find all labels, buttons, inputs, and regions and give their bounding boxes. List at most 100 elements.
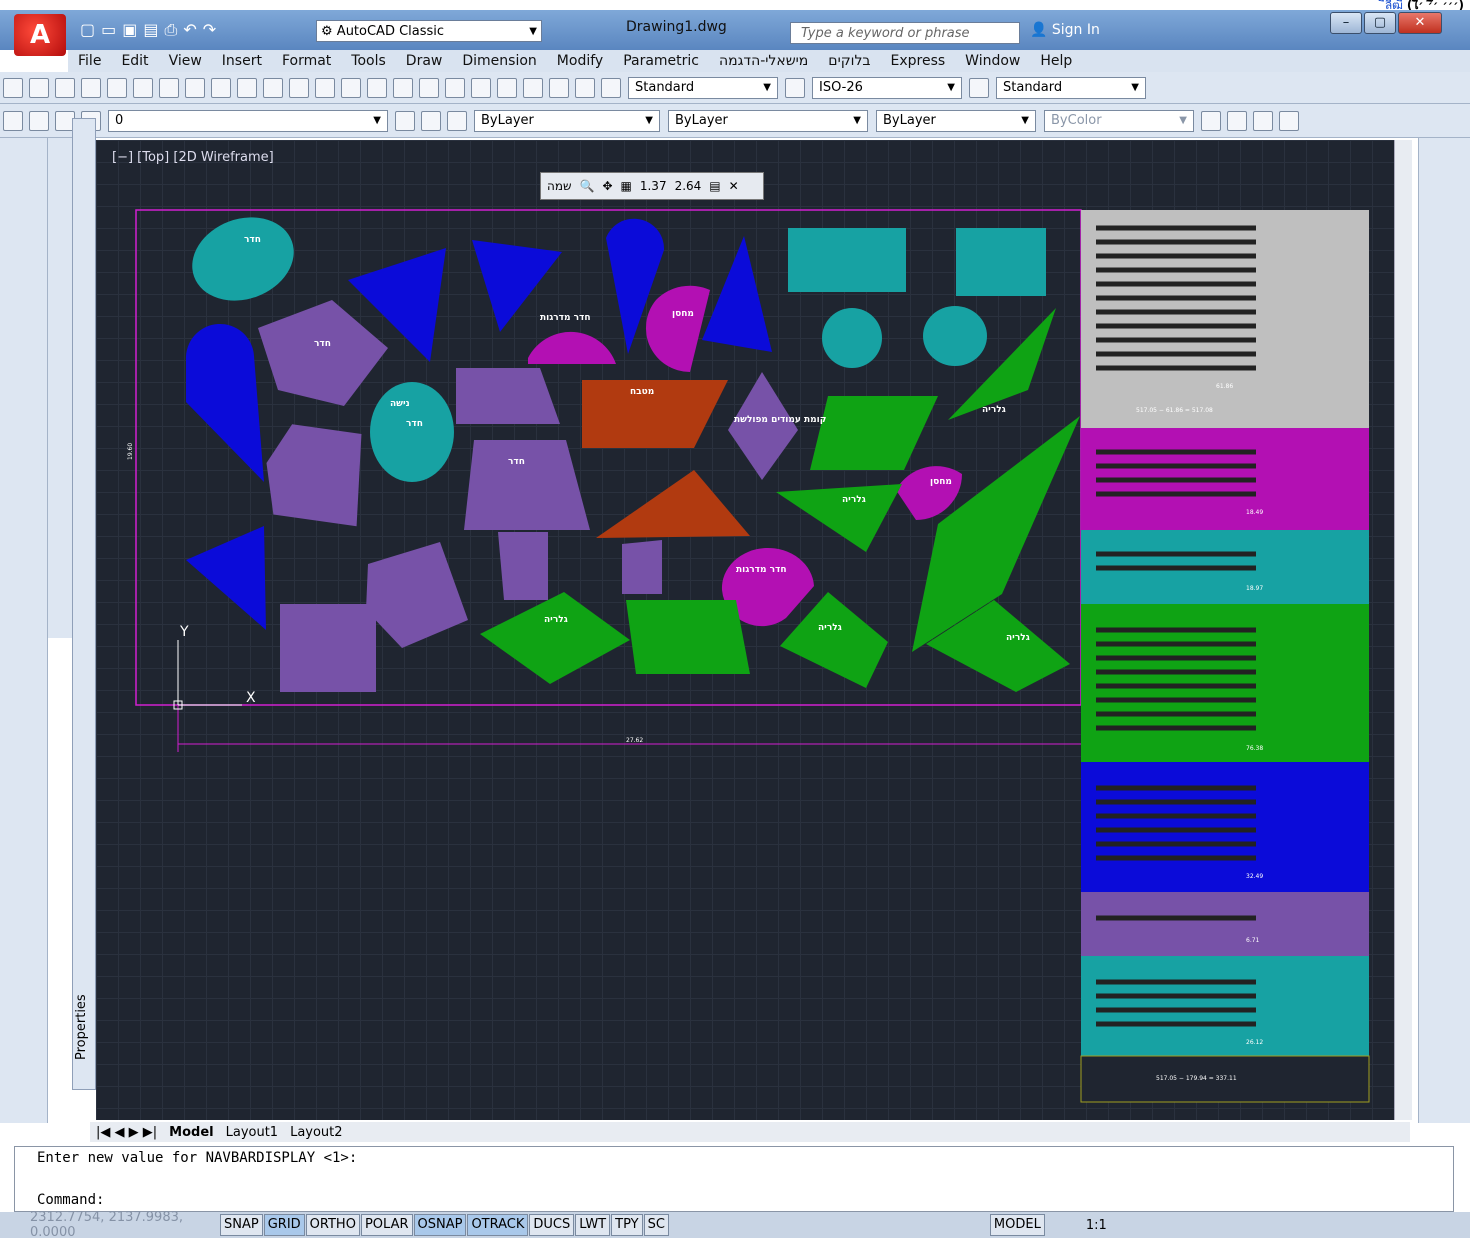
color-dropdown[interactable]: ByLayer ▼ xyxy=(474,109,660,132)
otrack-toggle[interactable]: OTRACK xyxy=(467,1214,529,1236)
open-icon[interactable]: ▭ xyxy=(101,20,116,42)
menu-help[interactable]: Help xyxy=(1040,53,1072,69)
ducs-toggle[interactable]: DUCS xyxy=(529,1214,575,1236)
express-tool-icon[interactable] xyxy=(1227,110,1247,131)
new-icon[interactable] xyxy=(3,77,23,98)
menu-insert[interactable]: Insert xyxy=(222,53,262,69)
saveas-icon[interactable]: ▤ xyxy=(143,20,158,42)
print-icon[interactable] xyxy=(81,77,101,98)
shape-room[interactable] xyxy=(464,440,590,530)
layer-previous-icon[interactable] xyxy=(421,110,441,131)
shape-kitchen[interactable] xyxy=(582,380,728,448)
model-space-button[interactable]: MODEL xyxy=(989,1214,1045,1236)
dim-style-icon[interactable] xyxy=(785,77,805,98)
application-menu-button[interactable]: A xyxy=(14,14,66,56)
tab-nav-icon[interactable]: |◀ ◀ ▶ ▶| xyxy=(96,1125,157,1140)
menu-tools[interactable]: Tools xyxy=(351,53,386,69)
undo-icon[interactable] xyxy=(263,77,283,98)
menu-edit[interactable]: Edit xyxy=(121,53,148,69)
shape-room[interactable] xyxy=(456,368,560,424)
close-button[interactable]: ✕ xyxy=(1398,12,1442,34)
shape-kitchen[interactable] xyxy=(596,470,750,538)
command-prompt[interactable]: Command: xyxy=(15,1189,1453,1211)
table-style-icon[interactable] xyxy=(969,77,989,98)
menu-parametric[interactable]: Parametric xyxy=(623,53,699,69)
shape-room[interactable] xyxy=(622,540,662,594)
publish-icon[interactable] xyxy=(133,77,153,98)
zoom-icon[interactable] xyxy=(341,77,361,98)
vertical-scrollbar[interactable] xyxy=(1394,140,1412,1120)
match-icon[interactable] xyxy=(237,77,257,98)
tab-layout2[interactable]: Layout2 xyxy=(290,1125,342,1140)
pan-icon[interactable]: ✥ xyxy=(602,179,612,193)
menu-draw[interactable]: Draw xyxy=(406,53,443,69)
tab-layout1[interactable]: Layout1 xyxy=(226,1125,278,1140)
shape-niche[interactable] xyxy=(186,526,266,630)
shape-room[interactable] xyxy=(260,421,370,527)
lwt-toggle[interactable]: LWT xyxy=(575,1214,611,1236)
command-window[interactable]: Enter new value for NAVBARDISPLAY <1>: C… xyxy=(14,1146,1454,1212)
print-icon[interactable]: ⎙ xyxy=(165,20,178,42)
sheet-set-icon[interactable] xyxy=(497,77,517,98)
shape-teal[interactable] xyxy=(788,228,906,292)
express-tool-icon[interactable] xyxy=(1253,110,1273,131)
zoom-icon[interactable]: 🔍 xyxy=(580,179,595,193)
tpy-toggle[interactable]: TPY xyxy=(611,1214,643,1236)
coordinates-readout[interactable]: 2312.7754, 2137.9983, 0.0000 xyxy=(0,1210,220,1240)
markup-icon[interactable] xyxy=(523,77,543,98)
shape-room[interactable] xyxy=(498,532,548,600)
lightbulb-icon[interactable] xyxy=(29,110,49,131)
tool-palette-icon[interactable] xyxy=(471,77,491,98)
express-tool-icon[interactable] xyxy=(1201,110,1221,131)
shape-niche[interactable] xyxy=(702,236,772,352)
undo-icon[interactable]: ↶ xyxy=(183,20,196,42)
sign-in-button[interactable]: 👤 Sign In xyxy=(1030,22,1100,38)
preview-icon[interactable] xyxy=(107,77,127,98)
ortho-toggle[interactable]: ORTHO xyxy=(305,1214,360,1236)
shape-room[interactable] xyxy=(258,300,388,406)
layer-manager-icon[interactable] xyxy=(3,110,23,131)
paste-icon[interactable] xyxy=(211,77,231,98)
shape-teal[interactable] xyxy=(956,228,1046,296)
layer-state-icon[interactable] xyxy=(447,110,467,131)
tab-model[interactable]: Model xyxy=(169,1125,213,1140)
shape-balcony[interactable] xyxy=(810,396,938,470)
text-style-dropdown[interactable]: Standard ▼ xyxy=(628,76,778,99)
text-style-icon[interactable] xyxy=(601,77,621,98)
layer-dropdown[interactable]: 0 ▼ xyxy=(108,109,388,132)
osnap-toggle[interactable]: OSNAP xyxy=(413,1214,467,1236)
shape-teal[interactable] xyxy=(822,308,882,368)
menu-window[interactable]: Window xyxy=(965,53,1020,69)
menu-modify[interactable]: Modify xyxy=(557,53,603,69)
sc-toggle[interactable]: SC xyxy=(643,1214,669,1236)
redo-icon[interactable] xyxy=(289,77,309,98)
workspace-dropdown[interactable]: ⚙ AutoCAD Classic ▼ xyxy=(316,20,542,42)
copy-icon[interactable] xyxy=(185,77,205,98)
lineweight-dropdown[interactable]: ByLayer ▼ xyxy=(876,109,1036,132)
menu-custom-1[interactable]: מישאלי-הדגמה xyxy=(719,53,808,69)
shape-balcony[interactable] xyxy=(776,484,902,552)
help-icon[interactable] xyxy=(575,77,595,98)
shape-balcony[interactable] xyxy=(626,600,750,674)
pan-icon[interactable] xyxy=(315,77,335,98)
shape-room[interactable] xyxy=(728,372,798,480)
menu-format[interactable]: Format xyxy=(282,53,331,69)
table-icon[interactable]: ▤ xyxy=(709,179,720,193)
shape-teal[interactable] xyxy=(370,382,454,482)
cut-icon[interactable] xyxy=(159,77,179,98)
polar-toggle[interactable]: POLAR xyxy=(360,1214,413,1236)
make-current-icon[interactable] xyxy=(395,110,415,131)
zoom-prev-icon[interactable] xyxy=(393,77,413,98)
shape-balcony[interactable] xyxy=(480,592,630,684)
linetype-dropdown[interactable]: ByLayer ▼ xyxy=(668,109,868,132)
shape-stair[interactable] xyxy=(528,331,616,364)
maximize-button[interactable]: ▢ xyxy=(1364,12,1396,34)
minimize-button[interactable]: – xyxy=(1330,12,1362,34)
annotation-scale[interactable]: 1:1 xyxy=(1086,1218,1107,1233)
menu-express[interactable]: Express xyxy=(891,53,946,69)
dim-style-dropdown[interactable]: ISO-26 ▼ xyxy=(812,76,962,99)
shape-room[interactable] xyxy=(280,604,376,692)
zoom-window-icon[interactable] xyxy=(367,77,387,98)
calc-icon[interactable] xyxy=(549,77,569,98)
close-icon[interactable]: ✕ xyxy=(729,179,739,193)
